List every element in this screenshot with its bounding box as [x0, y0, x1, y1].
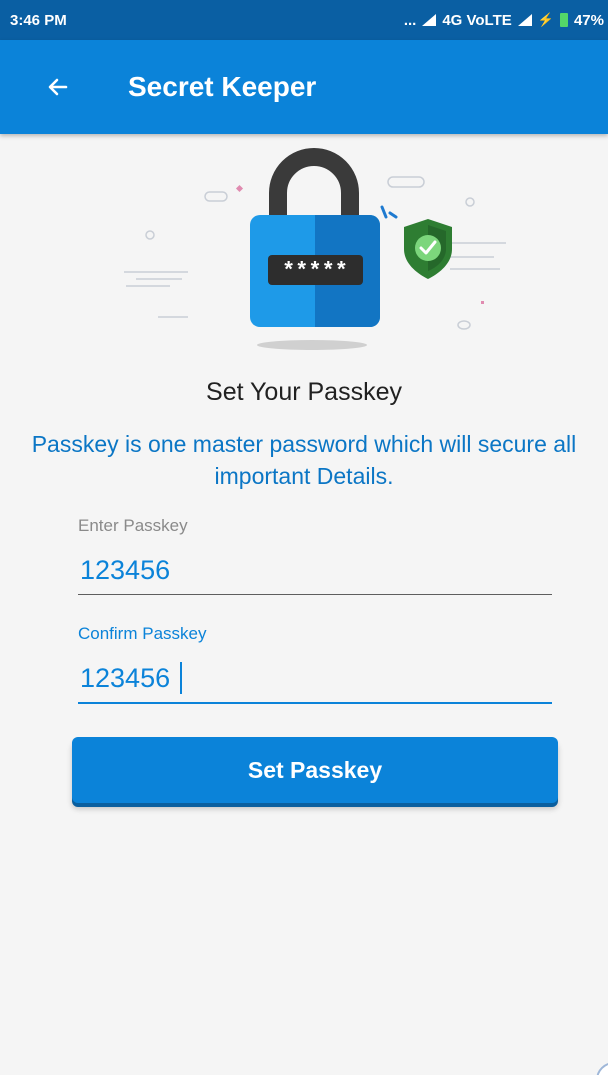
- app-title: Secret Keeper: [128, 71, 317, 102]
- page-heading: Set Your Passkey: [206, 378, 402, 406]
- battery-icon: [559, 13, 568, 27]
- status-bar: 3:46 PM ... 4G VoLTE ⚡ 47%: [0, 0, 608, 40]
- signal-icon: [422, 14, 437, 26]
- floating-action-button[interactable]: [596, 1062, 608, 1075]
- confirm-passkey-input[interactable]: [78, 658, 552, 698]
- masked-passkey-text: *****: [282, 259, 348, 284]
- charging-icon: ⚡: [537, 12, 554, 27]
- enter-passkey-field: Enter Passkey: [78, 516, 552, 595]
- back-button[interactable]: [38, 67, 78, 107]
- enter-passkey-input[interactable]: [78, 550, 552, 590]
- padlock-icon: *****: [250, 148, 380, 327]
- status-icons: ... 4G VoLTE ⚡ 47%: [404, 12, 604, 29]
- arrow-left-icon: [48, 78, 68, 96]
- set-passkey-button[interactable]: Set Passkey: [72, 737, 558, 803]
- enter-passkey-label: Enter Passkey: [78, 516, 188, 535]
- wifi-signal-icon: [517, 14, 532, 26]
- confirm-passkey-label: Confirm Passkey: [78, 624, 207, 643]
- confirm-passkey-field: Confirm Passkey: [78, 624, 552, 704]
- lock-shadow: [257, 340, 367, 350]
- enter-passkey-underline: [78, 594, 552, 595]
- spark-lines: [380, 205, 398, 219]
- passkey-illustration: *****: [124, 148, 506, 350]
- shield-check-icon: [404, 219, 452, 279]
- overflow-dots: ...: [403, 11, 417, 29]
- network-type: 4G VoLTE: [442, 11, 512, 29]
- battery-percent: 47%: [573, 11, 604, 29]
- app-bar: Secret Keeper: [0, 40, 608, 134]
- status-time: 3:46 PM: [10, 11, 67, 29]
- text-cursor: [180, 662, 182, 694]
- page-description: Passkey is one master password which wil…: [31, 431, 577, 489]
- confirm-passkey-underline: [78, 702, 552, 704]
